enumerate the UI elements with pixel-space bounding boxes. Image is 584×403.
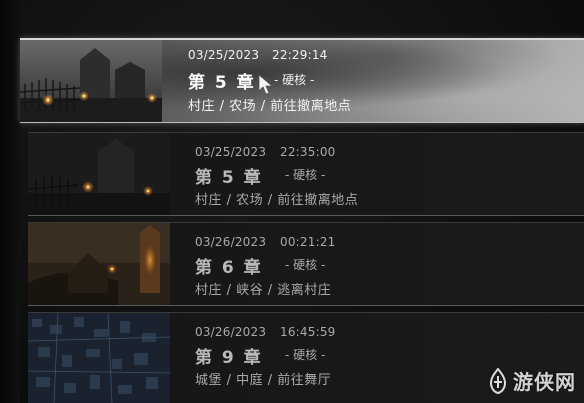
save-location: 村庄 / 农场 / 前往撤离地点 (188, 99, 352, 114)
mouse-cursor-icon (258, 74, 274, 96)
save-date: 03/25/2023 (195, 145, 267, 159)
save-chapter: 第 5 章 (188, 73, 256, 93)
save-slot-3[interactable]: 03/26/2023 00:21:21 第 6 章 - 硬核 - 村庄 / 峡谷… (28, 222, 584, 306)
save-difficulty: - 硬核 - (285, 258, 326, 272)
save-time: 22:29:14 (272, 48, 328, 62)
save-slot-list: 03/25/2023 22:29:14 第 5 章 - 硬核 - 村庄 / 农场… (0, 0, 584, 403)
save-difficulty: - 硬核 - (285, 348, 326, 362)
save-thumbnail-village-lanterns (28, 133, 170, 215)
save-time: 16:45:59 (280, 325, 336, 339)
save-slot-1-selected[interactable]: 03/25/2023 22:29:14 第 5 章 - 硬核 - 村庄 / 农场… (20, 38, 584, 123)
save-chapter: 第 5 章 (195, 168, 263, 188)
save-load-screen: 03/25/2023 22:29:14 第 5 章 - 硬核 - 村庄 / 农场… (0, 0, 584, 403)
save-thumbnail-village-tower (28, 223, 170, 305)
save-thumbnail-village-night (20, 40, 162, 122)
save-location: 城堡 / 中庭 / 前往舞厅 (195, 373, 332, 388)
watermark-text: 游侠网 (513, 370, 576, 394)
save-slot-2[interactable]: 03/25/2023 22:35:00 第 5 章 - 硬核 - 村庄 / 农场… (28, 132, 584, 216)
save-difficulty: - 硬核 - (285, 168, 326, 182)
ali213-logo-icon (489, 367, 507, 394)
save-time: 00:21:21 (280, 235, 336, 249)
save-chapter: 第 6 章 (195, 258, 263, 278)
save-location: 村庄 / 峡谷 / 逃离村庄 (195, 283, 332, 298)
save-thumbnail-castle-courtyard (28, 313, 170, 403)
save-time: 22:35:00 (280, 145, 336, 159)
save-date: 03/25/2023 (188, 48, 260, 62)
save-difficulty: - 硬核 - (274, 73, 315, 87)
save-date: 03/26/2023 (195, 235, 267, 249)
watermark: 游侠网 (487, 366, 576, 395)
save-date: 03/26/2023 (195, 325, 267, 339)
save-chapter: 第 9 章 (195, 348, 263, 368)
save-location: 村庄 / 农场 / 前往撤离地点 (195, 193, 359, 208)
